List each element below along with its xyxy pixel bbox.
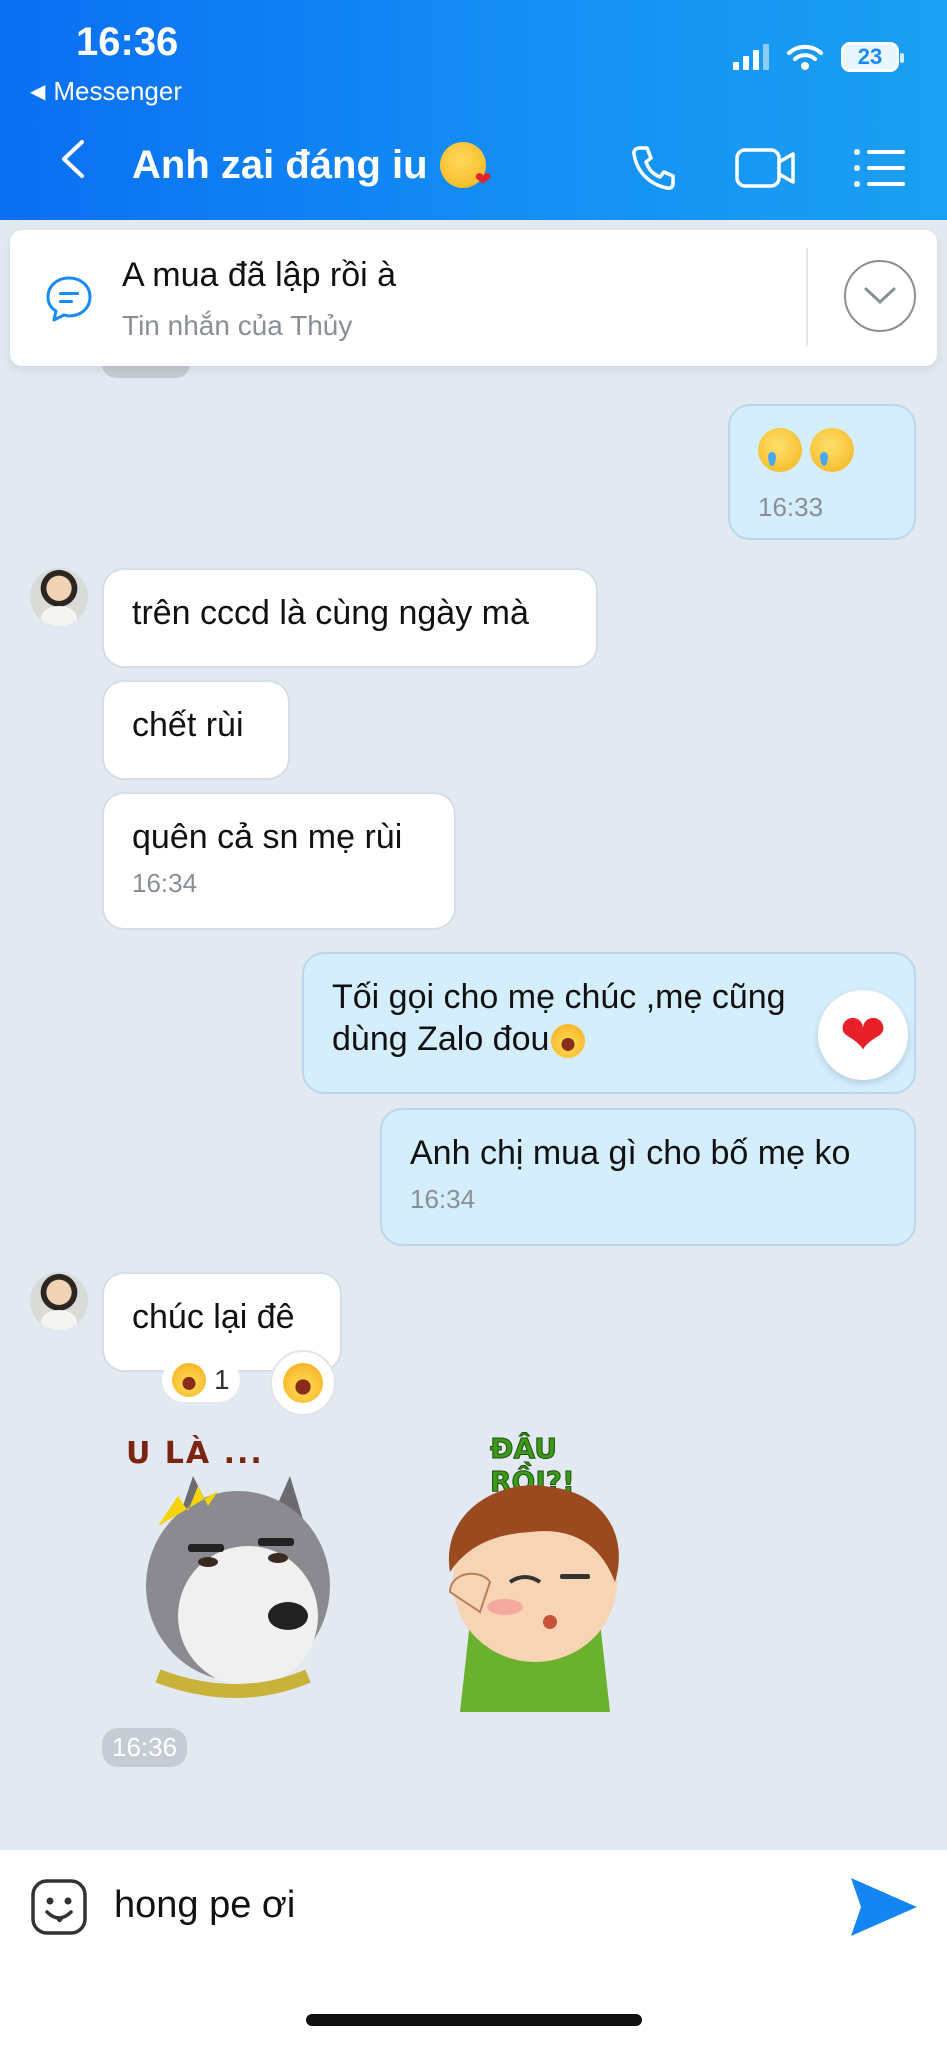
husky-dog-icon <box>146 1476 330 1698</box>
boy-character-icon <box>448 1485 619 1712</box>
emoji-sticker-icon[interactable] <box>30 1878 88 1936</box>
battery-level: 23 <box>857 44 883 69</box>
chat-bubble-icon <box>46 276 92 322</box>
message-text-line: dùng Zalo đou <box>332 1020 550 1058</box>
divider <box>806 248 808 346</box>
crying-emoji-icon <box>758 428 802 472</box>
pinned-message-sender: Tin nhắn của Thủy <box>122 310 353 341</box>
message-bubble-outgoing[interactable]: 16:33 <box>728 404 916 540</box>
laughing-emoji-icon <box>172 1363 206 1397</box>
add-reaction-button[interactable] <box>270 1350 336 1416</box>
message-bubble-outgoing[interactable]: Anh chị mua gì cho bố mẹ ko 16:34 <box>380 1108 916 1246</box>
kiss-emoji-icon <box>439 142 492 192</box>
message-text: quên cả sn mẹ rùi <box>132 818 403 856</box>
message-bubble-incoming[interactable]: trên cccd là cùng ngày mà <box>102 568 598 668</box>
message-text: chúc lại đê <box>132 1298 295 1336</box>
message-input[interactable]: hong pe ơi <box>114 1884 295 1927</box>
reaction-count: 1 <box>214 1364 230 1395</box>
message-composer: hong pe ơi <box>0 1850 947 2048</box>
back-triangle-icon: ◀ <box>30 81 46 103</box>
message-text: chết rùi <box>132 706 244 744</box>
conversation-title-text: Anh zai đáng iu <box>132 142 428 187</box>
menu-list-icon[interactable] <box>853 147 905 189</box>
expand-pinned-button[interactable] <box>844 260 916 332</box>
chevron-down-icon <box>864 287 896 305</box>
signal-icon <box>733 44 769 70</box>
sticker-timestamp: 16:36 <box>102 1728 188 1767</box>
back-arrow-icon[interactable] <box>50 134 100 184</box>
crying-emoji-icon <box>810 428 854 472</box>
pinned-message-text: A mua đã lập rồi à <box>122 256 397 294</box>
phone-call-icon[interactable] <box>627 142 679 194</box>
message-time: 16:33 <box>758 492 824 522</box>
message-bubble-incoming[interactable]: quên cả sn mẹ rùi 16:34 <box>102 792 456 930</box>
video-call-icon[interactable] <box>735 146 797 190</box>
message-time: 16:34 <box>410 1184 476 1214</box>
pinned-message-bar[interactable]: A mua đã lập rồi à Tin nhắn của Thủy <box>10 230 937 366</box>
message-text: trên cccd là cùng ngày mà <box>132 594 529 632</box>
avatar[interactable] <box>30 568 88 626</box>
back-app-label: Messenger <box>53 76 183 106</box>
reaction-summary[interactable]: 1 <box>162 1358 240 1402</box>
conversation-title[interactable]: Anh zai đáng iu <box>132 142 492 192</box>
boy-sticker[interactable]: ĐÂU RỒI?! <box>410 1432 650 1712</box>
avatar[interactable] <box>30 1272 88 1330</box>
header: 16:36 ◀ Messenger 23 Anh zai đáng iu <box>0 0 947 220</box>
status-time: 16:36 <box>76 20 179 64</box>
status-icons: 23 <box>733 42 904 72</box>
back-to-app-link[interactable]: ◀ Messenger <box>30 76 182 107</box>
send-icon[interactable] <box>849 1876 919 1938</box>
message-time: 16:34 <box>132 868 198 898</box>
battery-icon: 23 <box>841 42 904 72</box>
message-text-line: Tối gọi cho mẹ chúc ,mẹ cũng <box>332 978 786 1016</box>
husky-sticker[interactable]: U LÀ ... <box>118 1436 348 1706</box>
laughing-emoji-icon <box>283 1363 323 1403</box>
message-bubble-incoming[interactable]: chết rùi <box>102 680 290 780</box>
heart-reaction-icon[interactable]: ❤ <box>818 990 908 1080</box>
wifi-icon <box>787 44 823 70</box>
message-text: Anh chị mua gì cho bố mẹ ko <box>410 1134 851 1172</box>
home-indicator <box>306 2014 642 2026</box>
rofl-emoji-icon <box>551 1024 586 1059</box>
